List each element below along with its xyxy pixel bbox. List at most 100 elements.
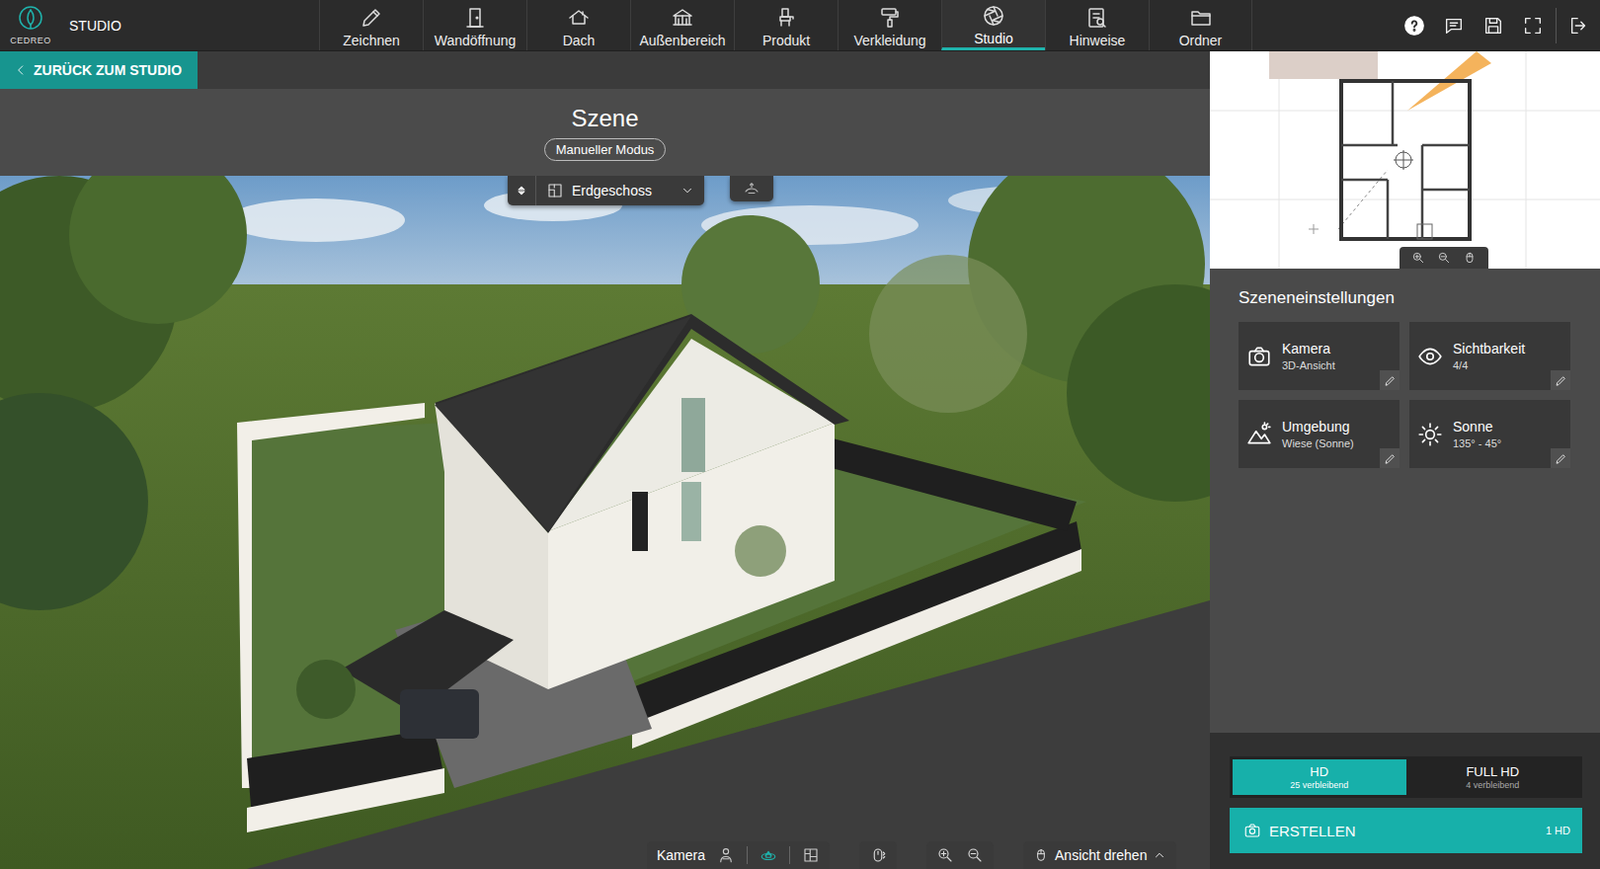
zoom-controls <box>926 841 994 869</box>
leaf-logo-icon <box>16 4 45 35</box>
scene-header: SzeneManueller Modus <box>0 88 1210 176</box>
settings-card[interactable]: Sonne135° - 45° <box>1409 400 1571 469</box>
chevron-down-icon <box>680 183 695 198</box>
settings-panel: SzeneneinstellungenKamera3D-AnsichtSicht… <box>1209 51 1600 869</box>
roof-icon <box>566 5 591 30</box>
menu-item[interactable]: Dach <box>526 0 631 51</box>
create-button[interactable]: ERSTELLEN 1 HD <box>1229 807 1583 854</box>
settings-card[interactable]: Sichtbarkeit4/4 <box>1409 321 1571 391</box>
floor-controls: Erdgeschoss <box>507 175 774 206</box>
card-value: 135° - 45° <box>1452 437 1502 450</box>
landscape-icon <box>1246 421 1273 448</box>
card-text: Umgebung Wiese (Sonne) <box>1281 418 1355 450</box>
menu-item[interactable]: Verkleidung <box>837 0 942 51</box>
create-label: ERSTELLEN <box>1269 822 1357 840</box>
quality-option[interactable]: FULL HD4 verbleibend <box>1406 759 1581 796</box>
main-menu: Zeichnen Wandöffnung Dach Außenbereich Produ… <box>319 0 1253 51</box>
floor-dropdown[interactable]: Erdgeschoss <box>536 181 705 200</box>
help-icon[interactable] <box>1403 14 1426 37</box>
menu-item[interactable]: Wandöffnung <box>422 0 527 51</box>
zoom-out-icon[interactable] <box>965 846 984 865</box>
camera-label: Kamera <box>656 847 706 864</box>
render-controls: HD25 verbleibendFULL HD4 verbleibend ERST… <box>1209 732 1600 869</box>
mouse-icon <box>1462 250 1477 265</box>
viewport-toolbar: Kamera Ansicht drehen <box>646 841 1177 869</box>
up-down-icon[interactable] <box>514 179 529 202</box>
rotate-label: Ansicht drehen <box>1054 847 1147 864</box>
card-value: Wiese (Sonne) <box>1281 437 1355 450</box>
menu-label: Produkt <box>762 32 810 49</box>
scene-settings: SzeneneinstellungenKamera3D-AnsichtSicht… <box>1209 268 1600 733</box>
tool-button[interactable] <box>1456 250 1483 265</box>
fullscreen-icon[interactable] <box>1521 14 1544 37</box>
menu-item[interactable]: Zeichnen <box>319 0 423 51</box>
pencil-icon <box>1383 452 1397 466</box>
brush-icon <box>878 5 902 30</box>
card-title: Umgebung <box>1281 418 1355 435</box>
edit-button[interactable] <box>1379 448 1400 469</box>
mouse-icon <box>1033 847 1049 864</box>
minimap-tools <box>1399 246 1489 269</box>
plan-icon[interactable] <box>801 846 820 865</box>
sun-icon <box>1417 421 1443 448</box>
pencil-icon <box>1554 452 1568 466</box>
outdoor-icon <box>670 5 695 30</box>
rotate-view-button[interactable]: Ansicht drehen <box>1023 841 1177 869</box>
menu-item[interactable]: Studio <box>941 0 1045 51</box>
menu-label: Studio <box>973 30 1014 47</box>
chat-icon[interactable] <box>1442 14 1465 37</box>
pencil-icon <box>1554 374 1568 388</box>
settings-card[interactable]: Umgebung Wiese (Sonne) <box>1238 400 1400 469</box>
menu-label: Hinweise <box>1069 32 1126 49</box>
person-icon[interactable] <box>717 846 735 865</box>
edit-button[interactable] <box>1550 448 1571 469</box>
menu-item[interactable]: Außenbereich <box>630 0 734 51</box>
floor-view-button[interactable] <box>729 175 774 202</box>
floor-value: Erdgeschoss <box>571 182 652 199</box>
product-name: STUDIO <box>69 17 122 34</box>
product-icon <box>774 5 799 30</box>
top-bar: CEDREO STUDIO Zeichnen Wandöffnung Dach Außen… <box>0 0 1600 52</box>
notes-icon <box>1085 5 1110 30</box>
floor-stepper[interactable] <box>507 175 537 206</box>
menu-item[interactable]: Ordner <box>1148 0 1253 51</box>
quality-option[interactable]: HD25 verbleibend <box>1232 759 1407 796</box>
tool-button[interactable] <box>1405 250 1432 265</box>
back-button[interactable]: ZURÜCK ZUM STUDIO <box>0 51 198 89</box>
back-arrow-icon <box>13 63 28 78</box>
floor-selector[interactable]: Erdgeschoss <box>507 175 705 206</box>
menu-label: Dach <box>562 32 596 49</box>
edit-button[interactable] <box>1379 370 1400 391</box>
card-title: Kamera <box>1281 340 1336 357</box>
menu-label: Wandöffnung <box>434 32 517 49</box>
camera-modes: Kamera <box>646 841 830 869</box>
logout-icon[interactable] <box>1568 14 1591 37</box>
card-value: 4/4 <box>1452 359 1525 372</box>
mode-button[interactable]: Manueller Modus <box>544 138 667 161</box>
tool-button[interactable] <box>1431 250 1457 265</box>
quality-switch: HD25 verbleibendFULL HD4 verbleibend <box>1229 756 1583 799</box>
quality-remaining: 4 verbleibend <box>1465 780 1520 791</box>
save-icon[interactable] <box>1482 14 1505 37</box>
mouse-wheel-icon[interactable] <box>869 846 887 865</box>
menu-item[interactable]: Produkt <box>733 0 838 51</box>
pencil-icon <box>1383 374 1397 388</box>
logo-text: CEDREO <box>9 35 52 46</box>
menu-item[interactable]: Hinweise <box>1044 0 1149 51</box>
divider <box>746 846 748 865</box>
menu-label: Verkleidung <box>853 32 926 49</box>
menu-label: Außenbereich <box>639 32 725 49</box>
settings-cards: Kamera3D-AnsichtSichtbarkeit4/4 Umgebung W… <box>1238 321 1573 469</box>
3d-viewport[interactable]: Erdgeschoss Kamera Ansicht drehen <box>0 175 1210 869</box>
settings-card[interactable]: Kamera3D-Ansicht <box>1238 321 1400 391</box>
floorplan-icon <box>546 181 564 200</box>
back-strip: ZURÜCK ZUM STUDIO <box>0 51 1210 89</box>
zoom-in-icon[interactable] <box>936 846 955 865</box>
scene-area: ZURÜCK ZUM STUDIOSzeneManueller ModusErd… <box>0 51 1210 869</box>
edit-button[interactable] <box>1550 370 1571 391</box>
orbit-icon[interactable] <box>759 846 778 865</box>
minimap[interactable] <box>1209 51 1600 269</box>
camera-icon <box>1243 821 1262 840</box>
create-cost: 1 HD <box>1545 824 1571 837</box>
logo[interactable]: CEDREO STUDIO <box>0 0 320 51</box>
